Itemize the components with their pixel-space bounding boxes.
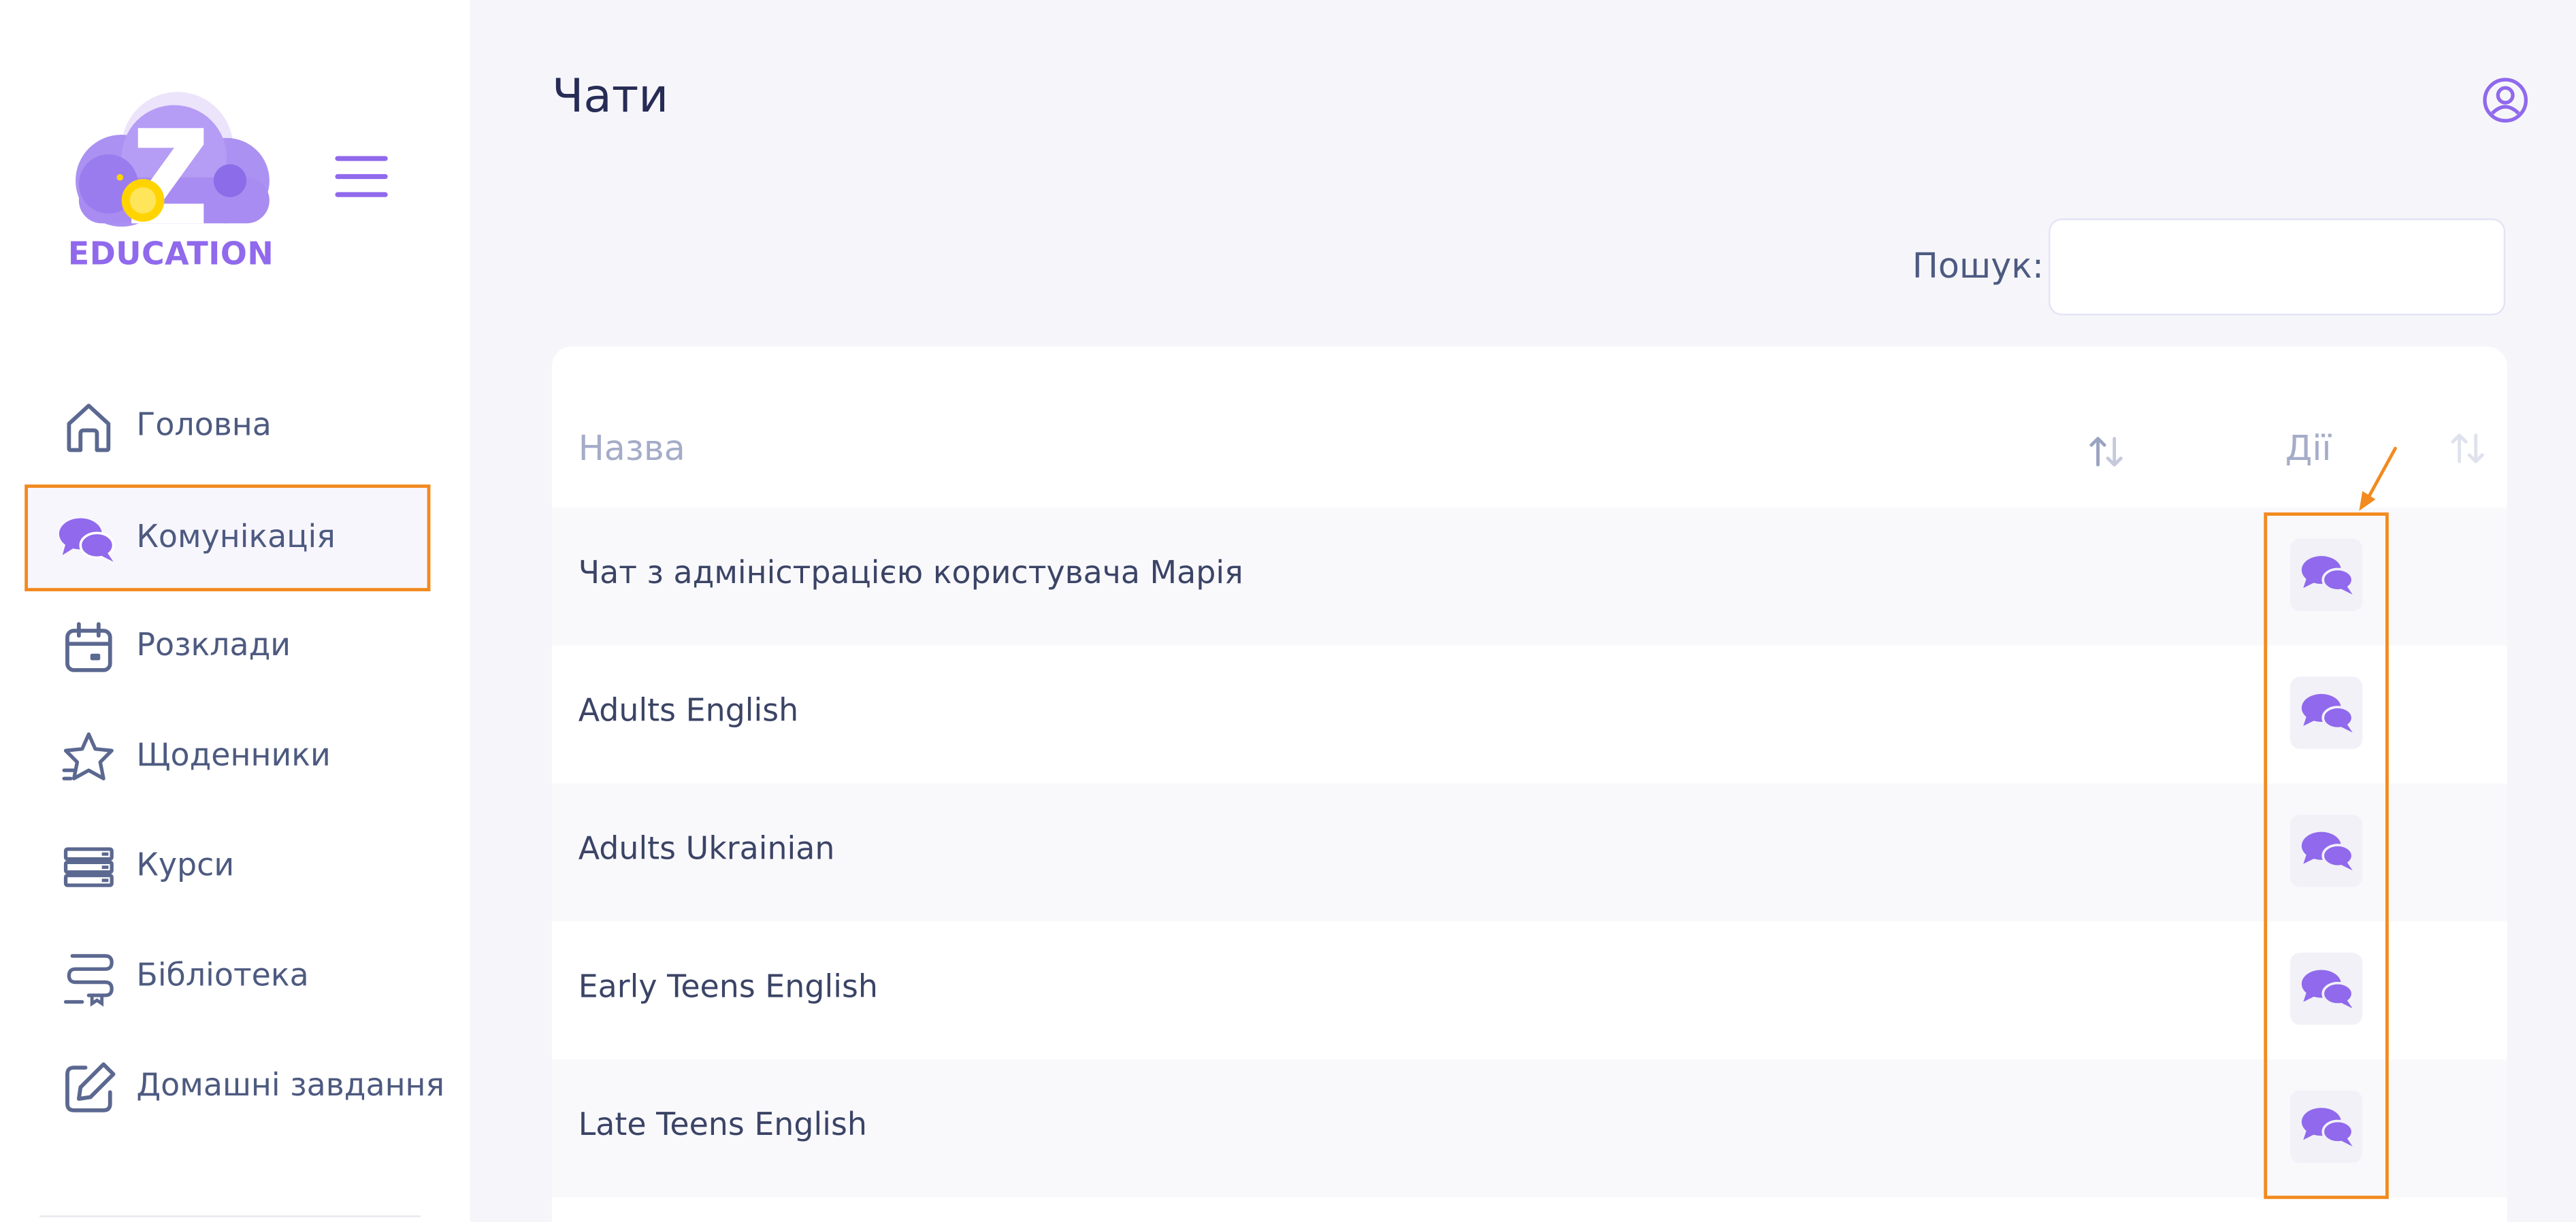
chat-name: Чат з адміністрацією користувача Марія bbox=[578, 555, 1243, 592]
edit-icon bbox=[65, 1062, 116, 1112]
chats-table: Назва Дії Чат з адміністрацією користува… bbox=[552, 346, 2507, 1222]
table-row: Early Teens English bbox=[552, 921, 2507, 1059]
library-icon bbox=[63, 954, 114, 1007]
search-label: Пошук: bbox=[1912, 246, 2044, 286]
table-row: Adults Ukrainian bbox=[552, 783, 2507, 922]
sidebar-item-label: Комунікація bbox=[136, 518, 336, 555]
logo[interactable]: EDUCATION bbox=[66, 79, 280, 276]
sidebar-item-courses[interactable]: Курси bbox=[27, 814, 431, 919]
hamburger-icon bbox=[335, 156, 388, 197]
sidebar-item-label: Домашні завдання bbox=[136, 1068, 445, 1104]
sidebar-item-diaries[interactable]: Щоденники bbox=[27, 705, 431, 810]
table-row: Adults English bbox=[552, 646, 2507, 784]
sidebar-item-communication[interactable]: Комунікація bbox=[25, 484, 431, 592]
sidebar-item-label: Розклади bbox=[136, 627, 291, 664]
column-header-name[interactable]: Назва bbox=[578, 429, 685, 468]
calendar-icon bbox=[65, 622, 112, 672]
chat-name: Early Teens English bbox=[578, 969, 878, 1006]
stack-icon bbox=[63, 847, 114, 887]
page-title: Чати bbox=[552, 69, 669, 124]
chat-icon bbox=[59, 518, 115, 562]
sort-icon[interactable] bbox=[2448, 429, 2488, 468]
logo-cloud-icon bbox=[76, 92, 270, 227]
sidebar-divider bbox=[39, 1215, 421, 1217]
sidebar-item-home[interactable]: Головна bbox=[27, 374, 431, 479]
sidebar-item-label: Курси bbox=[136, 847, 235, 884]
table-row: Чат з адміністрацією користувача Марія bbox=[552, 507, 2507, 646]
logo-text: EDUCATION bbox=[67, 236, 274, 273]
user-profile-icon[interactable] bbox=[2481, 76, 2530, 125]
app-window: EDUCATION Головна Комунікація Розклади Щ… bbox=[0, 0, 2576, 1222]
chat-name: Late Teens English bbox=[578, 1107, 867, 1144]
sort-icon[interactable] bbox=[2087, 432, 2126, 472]
chat-name: Adults Ukrainian bbox=[578, 831, 835, 868]
sidebar-item-schedules[interactable]: Розклади bbox=[27, 595, 431, 699]
star-icon bbox=[62, 732, 114, 780]
table-row: Late Teens English bbox=[552, 1059, 2507, 1198]
sidebar: EDUCATION Головна Комунікація Розклади Щ… bbox=[0, 0, 470, 1222]
sidebar-item-label: Головна bbox=[136, 407, 272, 444]
sidebar-item-homework[interactable]: Домашні завдання bbox=[27, 1035, 444, 1140]
annotation-arrow-icon bbox=[2359, 446, 2397, 511]
home-icon bbox=[67, 403, 111, 452]
sidebar-item-library[interactable]: Бібліотека bbox=[27, 925, 431, 1029]
annotation-highlight-box bbox=[2264, 512, 2389, 1200]
sidebar-item-label: Бібліотека bbox=[136, 957, 309, 994]
menu-toggle-button[interactable] bbox=[332, 151, 391, 203]
search-input[interactable] bbox=[2049, 218, 2506, 316]
column-header-actions[interactable]: Дії bbox=[2285, 429, 2332, 468]
chat-name: Adults English bbox=[578, 693, 799, 729]
sidebar-item-label: Щоденники bbox=[136, 737, 331, 774]
